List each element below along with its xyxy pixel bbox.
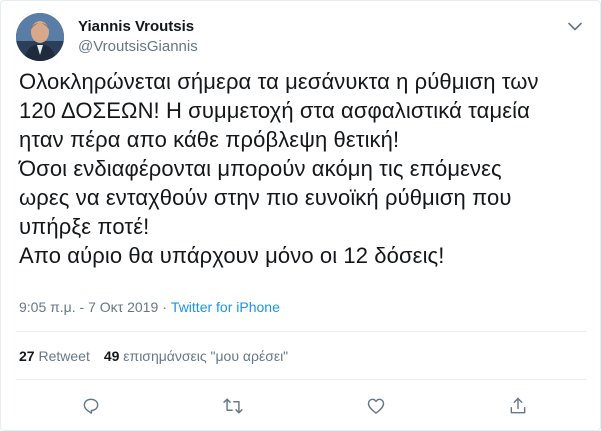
tweet-stats: 27 Retweet 49 επισημάνσεις "μου αρέσει" <box>19 347 288 365</box>
likes-stat[interactable]: 49 επισημάνσεις "μου αρέσει" <box>104 348 288 364</box>
tweet-text: Ολοκληρώνεται σήμερα τα μεσάνυκτα η ρύθμ… <box>19 69 539 268</box>
tweet-time[interactable]: 9:05 π.μ. <box>19 299 76 315</box>
meta-separator: · <box>162 299 167 315</box>
retweets-count: 27 <box>19 348 35 364</box>
retweet-icon[interactable] <box>220 393 246 419</box>
divider <box>16 331 586 332</box>
likes-label: επισημάνσεις "μου αρέσει" <box>123 348 289 364</box>
tweet-card: Yiannis Vroutsis @VroutsisGiannis Ολοκλη… <box>0 0 601 431</box>
retweets-stat[interactable]: 27 Retweet <box>19 348 90 364</box>
author-handle[interactable]: @VroutsisGiannis <box>78 37 198 57</box>
retweets-label: Retweet <box>38 348 90 364</box>
share-icon[interactable] <box>505 393 531 419</box>
avatar[interactable] <box>16 13 64 61</box>
divider <box>16 379 586 380</box>
tweet-source-link[interactable]: Twitter for iPhone <box>171 299 280 315</box>
tweet-header: Yiannis Vroutsis @VroutsisGiannis <box>16 13 586 63</box>
reply-icon[interactable] <box>78 393 104 419</box>
likes-count: 49 <box>103 348 120 364</box>
heart-icon[interactable] <box>363 393 389 419</box>
tweet-meta: 9:05 π.μ. - 7 Οκτ 2019 · Twitter for iPhon… <box>19 299 280 315</box>
author-names: Yiannis Vroutsis @VroutsisGiannis <box>78 17 198 57</box>
tweet-date[interactable]: 7 Οκτ 2019 <box>88 299 158 315</box>
chevron-down-icon[interactable] <box>564 15 586 37</box>
author-display-name[interactable]: Yiannis Vroutsis <box>78 17 198 37</box>
tweet-actions <box>1 393 601 419</box>
